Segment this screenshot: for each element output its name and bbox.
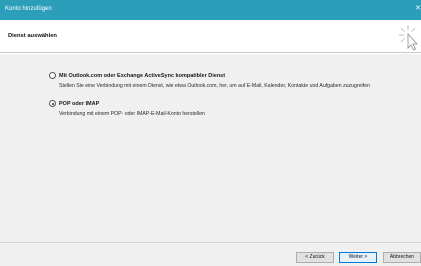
option-label-outlook-exchange[interactable]: Mit Outlook.com oder Exchange ActiveSync… <box>59 73 225 79</box>
content-area: Mit Outlook.com oder Exchange ActiveSync… <box>0 54 421 242</box>
option-label-pop-imap[interactable]: POP oder IMAP <box>59 101 99 107</box>
radio-pop-imap[interactable] <box>49 100 56 107</box>
wizard-header: Dienst auswählen <box>0 20 421 53</box>
close-icon[interactable]: ✕ <box>415 4 421 12</box>
option-description-pop-imap: Verbindung mit einem POP- oder IMAP-E-Ma… <box>59 111 205 117</box>
radio-outlook-exchange[interactable] <box>49 72 56 79</box>
cursor-sparkle-icon <box>399 25 418 51</box>
back-button[interactable]: < Zurück <box>296 252 334 263</box>
option-description-outlook-exchange: Stellen Sie eine Verbindung mit einem Di… <box>59 83 370 89</box>
button-bar: < Zurück Weiter > Abbrechen <box>0 242 421 266</box>
cancel-button[interactable]: Abbrechen <box>383 252 421 263</box>
next-button[interactable]: Weiter > <box>339 252 377 263</box>
page-title: Dienst auswählen <box>8 33 57 39</box>
title-bar: Konto hinzufügen ✕ <box>0 0 421 20</box>
window-title: Konto hinzufügen <box>5 6 52 12</box>
